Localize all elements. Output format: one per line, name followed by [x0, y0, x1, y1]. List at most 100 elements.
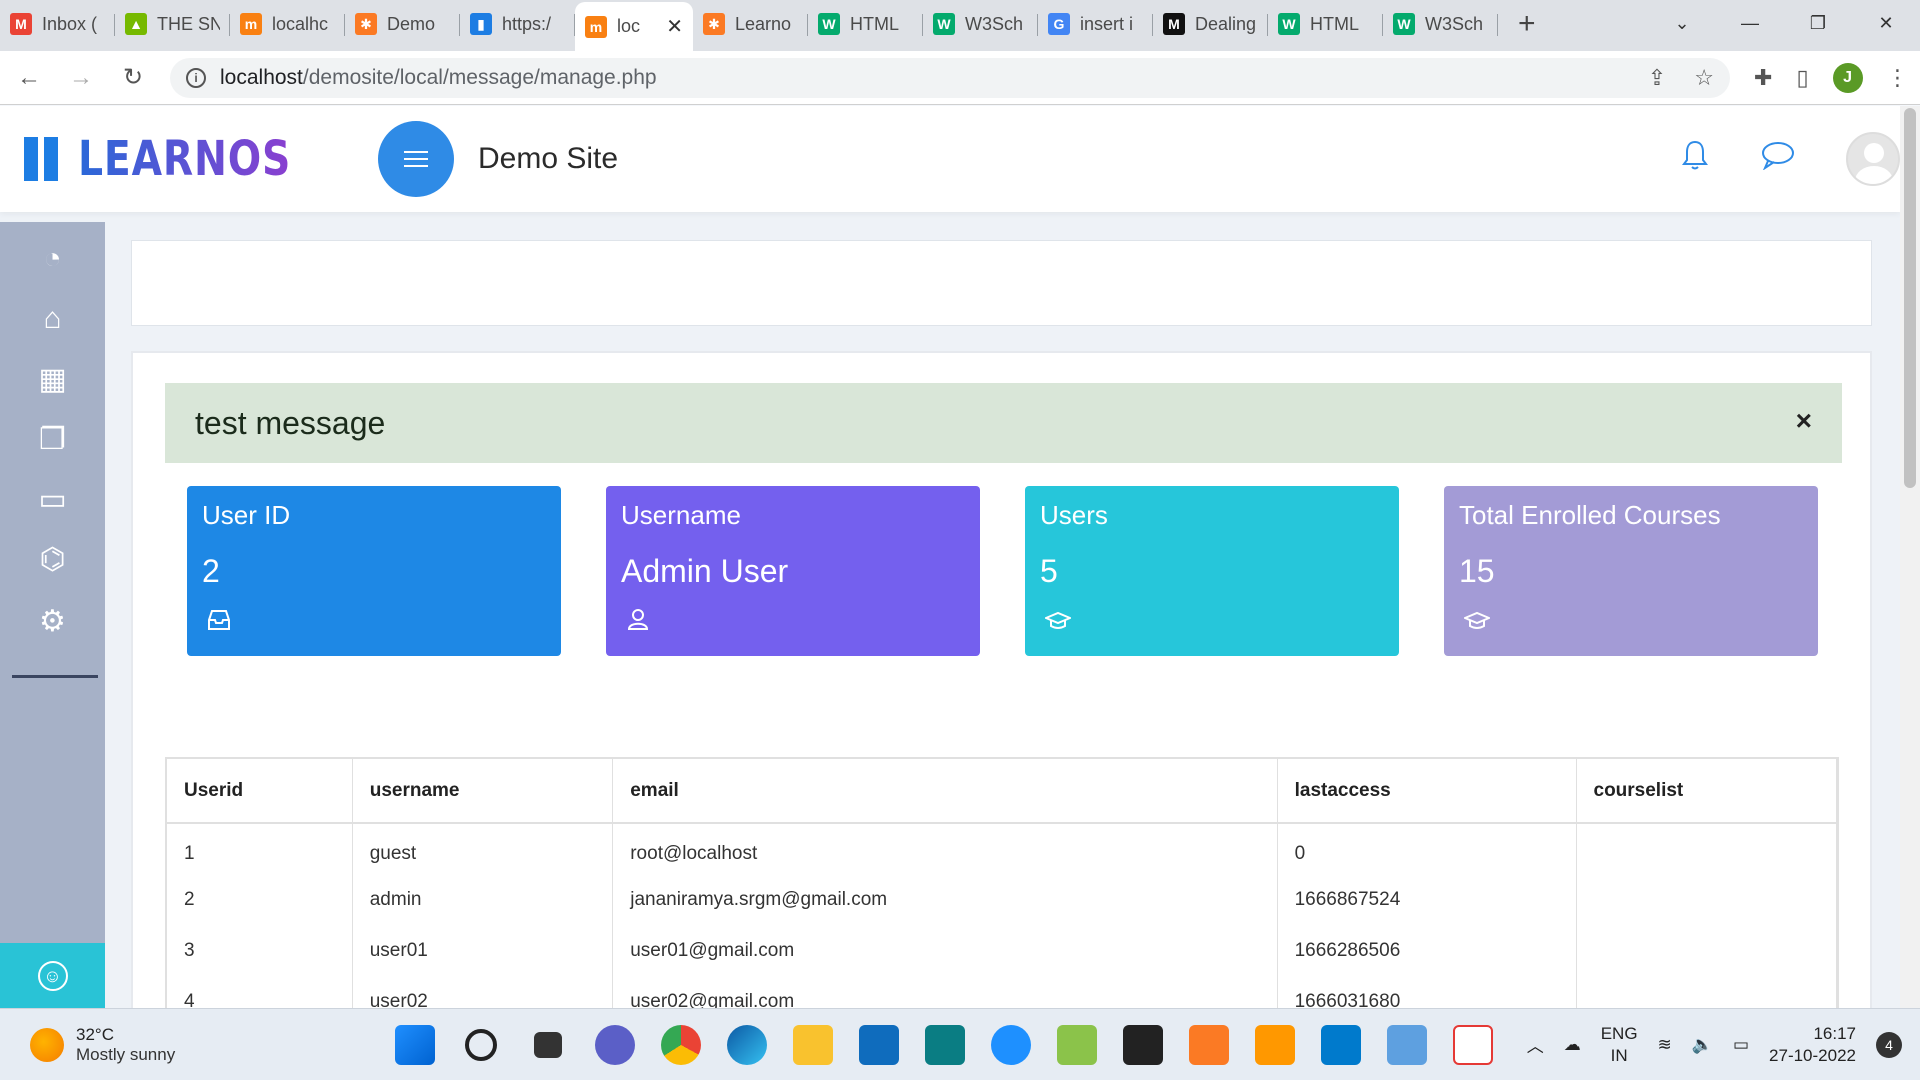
new-tab-button[interactable]: +	[1518, 7, 1536, 41]
side-panel-icon[interactable]: ▯	[1796, 65, 1808, 91]
extensions-icon[interactable]: ✚	[1754, 65, 1772, 91]
site-info-icon[interactable]: i	[186, 67, 206, 88]
browser-tab[interactable]: M Dealing	[1153, 2, 1268, 46]
minimize-icon[interactable]: —	[1716, 13, 1784, 34]
reload-icon[interactable]: ↻	[110, 63, 156, 92]
browser-tab[interactable]: W W3Sch	[923, 2, 1038, 46]
column-header: lastaccess	[1277, 759, 1577, 824]
search-icon[interactable]	[465, 1028, 497, 1061]
weather-widget[interactable]: 32°C Mostly sunny	[30, 1025, 330, 1065]
vscode-icon[interactable]	[1321, 1024, 1361, 1065]
dashboard-gauge-icon[interactable]: ◔	[0, 242, 105, 276]
tab-label: loc	[617, 16, 641, 36]
column-header: email	[612, 759, 1278, 824]
back-icon[interactable]: ←	[6, 64, 52, 92]
forward-icon[interactable]: →	[58, 64, 104, 92]
wifi-icon[interactable]: ≋	[1658, 1035, 1672, 1055]
word-app-icon[interactable]	[1387, 1024, 1427, 1065]
task-view-icon[interactable]	[534, 1031, 562, 1058]
profile-avatar[interactable]: J	[1832, 62, 1863, 93]
alert-message: test message	[195, 404, 386, 441]
table-cell	[1576, 823, 1837, 874]
edge-icon[interactable]	[727, 1024, 767, 1065]
table-cell: 0	[1277, 823, 1577, 874]
close-tab-icon[interactable]: ✕	[666, 14, 683, 39]
table-cell: admin	[352, 874, 614, 925]
page-scrollbar[interactable]	[1900, 106, 1920, 1009]
share-icon[interactable]: ⇪	[1648, 65, 1666, 91]
stat-value: 15	[1459, 553, 1495, 589]
alert-close-icon[interactable]: ×	[1796, 405, 1812, 437]
browser-tab[interactable]: ▮ https:/	[460, 2, 575, 46]
stat-card: Total Enrolled Courses 15	[1444, 486, 1818, 656]
stat-card: Username Admin User	[606, 486, 980, 656]
tab-search-icon[interactable]: ⌄	[1648, 13, 1716, 34]
table-cell: 1666031680	[1277, 976, 1577, 1009]
home-icon[interactable]: ⌂	[0, 302, 105, 336]
restore-icon[interactable]: ❐	[1784, 13, 1852, 34]
microsoft-store-icon[interactable]	[859, 1024, 899, 1065]
snipping-tool-icon[interactable]	[1453, 1024, 1493, 1065]
bookmark-star-icon[interactable]: ☆	[1694, 65, 1714, 91]
clipboard-icon[interactable]: ▭	[0, 482, 105, 517]
notepad-plus-icon[interactable]	[1057, 1024, 1097, 1065]
tab-label: Dealing	[1195, 13, 1257, 34]
stats-row: User ID 2 Username Admin User Users 5 Total En…	[187, 486, 1818, 656]
clock-date: 27-10-2022	[1769, 1045, 1856, 1065]
tray-overflow-chevron-icon[interactable]: ︿	[1527, 1032, 1544, 1057]
accessibility-button[interactable]: ☺	[0, 943, 105, 1009]
onedrive-cloud-icon[interactable]: ☁	[1564, 1035, 1581, 1055]
volume-icon[interactable]: 🔈	[1692, 1035, 1713, 1055]
moodle-icon: m	[240, 13, 262, 35]
url-path: /demosite/local/message/manage.php	[302, 65, 657, 89]
file-explorer-icon[interactable]	[793, 1024, 833, 1065]
help-icon[interactable]	[991, 1024, 1031, 1065]
calendar-icon[interactable]: ▦	[0, 362, 105, 397]
graduation-cap-icon[interactable]: ⌬	[0, 542, 105, 577]
table-cell	[1576, 925, 1837, 976]
browser-tab[interactable]: m localhc	[230, 2, 345, 46]
language-indicator[interactable]: ENG IN	[1601, 1023, 1638, 1067]
browser-tab[interactable]: W W3Sch	[1383, 2, 1498, 46]
graduation-cap-icon	[1043, 610, 1073, 638]
table-cell: user01	[352, 925, 614, 976]
browser-tab[interactable]: ✱ Demo	[345, 2, 460, 46]
browser-tab[interactable]: W HTML	[1268, 2, 1383, 46]
stat-card: Users 5	[1025, 486, 1399, 656]
tab-label: localhc	[272, 13, 329, 34]
browser-tab[interactable]: Ginsert i	[1038, 2, 1153, 46]
settings-gear-icon[interactable]: ⚙	[0, 604, 105, 639]
files-icon[interactable]: ❐	[0, 422, 105, 457]
sidebar: ◔ ⌂ ▦ ❐ ▭ ⌬ ⚙ ☺	[0, 222, 105, 1009]
chrome-menu-icon[interactable]: ⋮	[1887, 65, 1909, 91]
browser-tab[interactable]: ▲ THE SN	[115, 2, 230, 46]
web-page: LEARNOSPACE Demo Site ▼ ◔ ⌂ ▦ ❐ ▭ ⌬ ⚙ ☺	[0, 106, 1920, 1009]
close-window-icon[interactable]: ✕	[1852, 13, 1920, 34]
clock[interactable]: 16:17 27-10-2022	[1769, 1023, 1856, 1067]
xampp-icon: ✱	[355, 13, 377, 35]
table-cell: user01@gmail.com	[612, 925, 1278, 976]
teams-chat-icon[interactable]	[595, 1024, 635, 1065]
sticky-notes-icon[interactable]	[1123, 1024, 1163, 1065]
notification-count-badge[interactable]: 4	[1876, 1031, 1902, 1058]
stat-label: User ID	[202, 500, 291, 530]
browser-tab[interactable]: m loc ✕	[575, 2, 693, 51]
battery-icon[interactable]: ▭	[1733, 1035, 1749, 1055]
notification-bell-icon[interactable]	[1680, 139, 1710, 179]
table-cell: guest	[352, 823, 614, 874]
windows-start-icon[interactable]	[395, 1024, 435, 1065]
stat-label: Users	[1040, 500, 1108, 530]
browser-tab[interactable]: W HTML	[808, 2, 923, 46]
browser-tab[interactable]: M Inbox (	[0, 2, 115, 46]
address-bar[interactable]: i localhost/demosite/local/message/manag…	[170, 57, 1730, 98]
browser-tab[interactable]: ✱ Learno	[693, 2, 808, 46]
site-logo[interactable]: LEARNOSPACE	[24, 131, 405, 187]
messages-icon[interactable]	[1760, 140, 1796, 178]
sublime-text-icon[interactable]	[1255, 1024, 1295, 1065]
xampp-icon[interactable]	[1189, 1024, 1229, 1065]
user-avatar[interactable]	[1846, 132, 1901, 186]
tab-label: Learno	[735, 13, 792, 34]
w3schools-icon: W	[818, 13, 840, 35]
chrome-icon[interactable]	[661, 1024, 701, 1065]
app-icon[interactable]	[925, 1024, 965, 1065]
